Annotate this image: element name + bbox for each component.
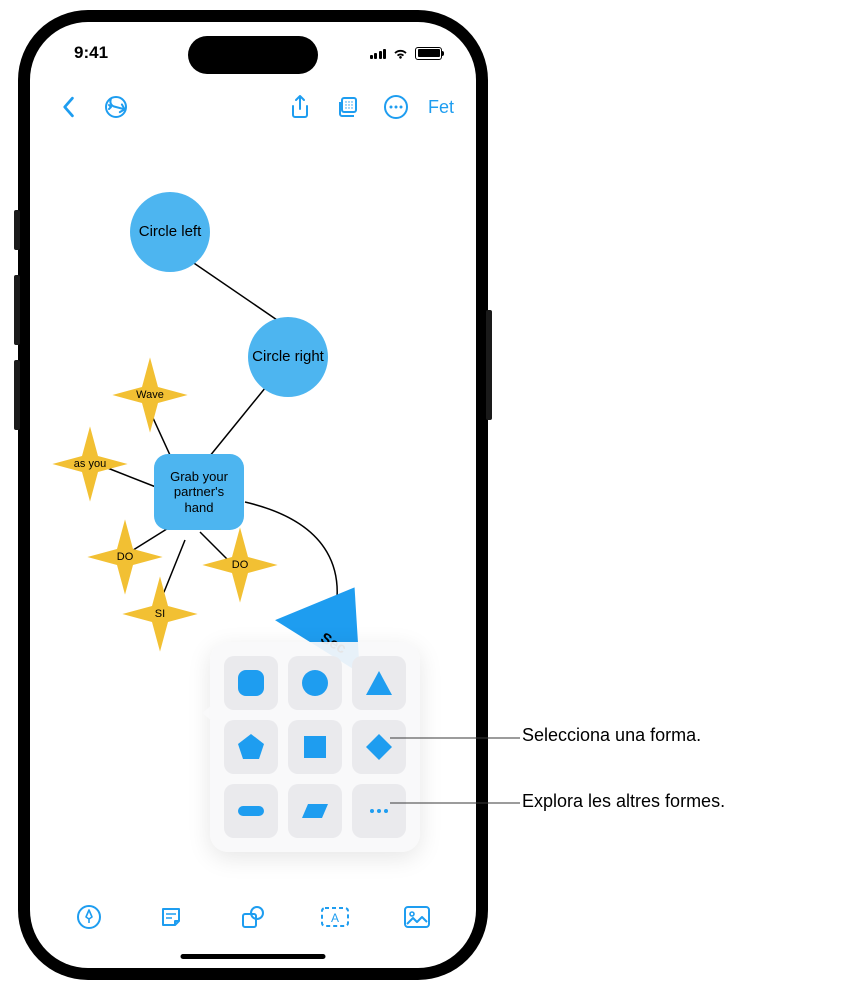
wifi-icon bbox=[392, 47, 409, 60]
media-button[interactable] bbox=[397, 897, 437, 937]
volume-down-button bbox=[14, 360, 20, 430]
share-icon bbox=[289, 94, 311, 120]
node-star-as-you[interactable]: as you bbox=[50, 424, 130, 504]
node-label: Circle right bbox=[252, 348, 324, 366]
callout-line-1 bbox=[390, 735, 520, 747]
node-label: SI bbox=[155, 608, 165, 620]
share-button[interactable] bbox=[280, 87, 320, 127]
svg-text:A: A bbox=[331, 911, 339, 925]
freeform-canvas[interactable]: Circle left Circle right Grab your partn… bbox=[30, 132, 476, 898]
node-label: Grab your partner's hand bbox=[158, 469, 240, 516]
done-button[interactable]: Fet bbox=[424, 97, 458, 118]
shape-triangle[interactable] bbox=[352, 656, 406, 710]
dynamic-island bbox=[188, 36, 318, 74]
node-star-wave[interactable]: Wave bbox=[110, 355, 190, 435]
callout-select-shape: Selecciona una forma. bbox=[522, 724, 701, 747]
screen: 9:41 Fet bbox=[30, 22, 476, 968]
shape-pill[interactable] bbox=[224, 784, 278, 838]
layers-icon bbox=[336, 95, 360, 119]
photo-icon bbox=[403, 905, 431, 929]
node-grab-partner[interactable]: Grab your partner's hand bbox=[154, 454, 244, 530]
shape-picker bbox=[210, 642, 420, 852]
undo-icon bbox=[104, 95, 128, 119]
status-right bbox=[370, 47, 443, 60]
more-button[interactable] bbox=[376, 87, 416, 127]
node-label: Wave bbox=[136, 389, 164, 401]
node-circle-left[interactable]: Circle left bbox=[130, 192, 210, 272]
shapes-icon bbox=[240, 904, 266, 930]
status-time: 9:41 bbox=[74, 43, 108, 63]
callout-line-2 bbox=[390, 796, 520, 808]
battery-icon bbox=[415, 47, 442, 60]
pen-icon bbox=[76, 904, 102, 930]
shape-rounded-square[interactable] bbox=[224, 656, 278, 710]
node-label: Circle left bbox=[139, 223, 202, 241]
volume-up-button bbox=[14, 275, 20, 345]
bottom-toolbar: A bbox=[30, 894, 476, 940]
more-horizontal-icon bbox=[383, 94, 409, 120]
iphone-frame: 9:41 Fet bbox=[18, 10, 488, 980]
node-circle-right[interactable]: Circle right bbox=[248, 317, 328, 397]
sticky-note-icon bbox=[158, 904, 184, 930]
node-label: as you bbox=[74, 458, 106, 470]
cellular-icon bbox=[370, 47, 387, 59]
shape-diamond[interactable] bbox=[352, 720, 406, 774]
node-star-si[interactable]: SI bbox=[120, 574, 200, 654]
undo-button[interactable] bbox=[96, 87, 136, 127]
chevron-left-icon bbox=[60, 96, 76, 118]
node-label: DO bbox=[117, 551, 134, 563]
shapes-button[interactable] bbox=[233, 897, 273, 937]
top-toolbar: Fet bbox=[30, 82, 476, 132]
draw-tool-button[interactable] bbox=[69, 897, 109, 937]
shape-circle[interactable] bbox=[288, 656, 342, 710]
back-button[interactable] bbox=[48, 87, 88, 127]
shape-more-button[interactable] bbox=[352, 784, 406, 838]
node-label: DO bbox=[232, 559, 249, 571]
sticky-note-button[interactable] bbox=[151, 897, 191, 937]
text-box-icon: A bbox=[320, 906, 350, 928]
shape-pentagon[interactable] bbox=[224, 720, 278, 774]
silent-switch bbox=[14, 210, 20, 250]
shape-parallelogram[interactable] bbox=[288, 784, 342, 838]
callout-explore-more: Explora les altres formes. bbox=[522, 790, 725, 813]
text-box-button[interactable]: A bbox=[315, 897, 355, 937]
power-button bbox=[486, 310, 492, 420]
node-star-do2[interactable]: DO bbox=[200, 525, 280, 605]
home-indicator bbox=[181, 954, 326, 959]
popover-nub bbox=[202, 705, 212, 721]
shape-square[interactable] bbox=[288, 720, 342, 774]
layers-button[interactable] bbox=[328, 87, 368, 127]
